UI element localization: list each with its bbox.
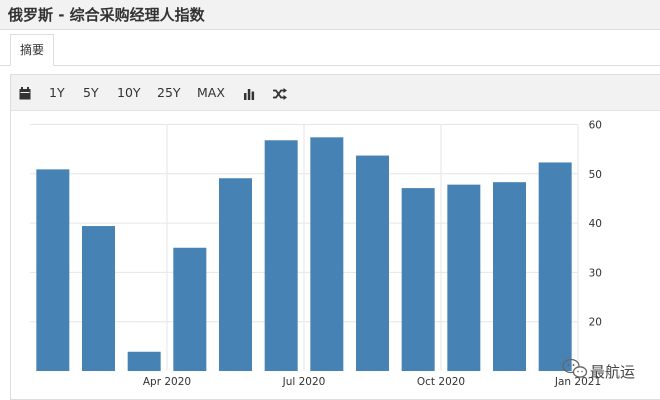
watermark-text: 最航运 <box>590 363 635 381</box>
x-tick-label: Apr 2020 <box>143 376 191 388</box>
y-tick-label: 40 <box>589 218 602 230</box>
bar-2020-11[interactable] <box>493 182 526 371</box>
x-tick-label: Jul 2020 <box>282 376 326 388</box>
x-tick-label: Oct 2020 <box>417 376 465 388</box>
bar-2020-12[interactable] <box>538 162 572 371</box>
y-tick-label: 60 <box>589 120 602 132</box>
bar-2020-07[interactable] <box>310 137 344 371</box>
chart-svg: 2030405060 Apr 2020 Jul 2020 Oct 2020 Jan 2… <box>30 120 635 388</box>
bar-2020-01[interactable] <box>36 169 70 371</box>
x-axis: Apr 2020 Jul 2020 Oct 2020 Jan 2021 <box>143 376 601 388</box>
bar-2020-05[interactable] <box>219 178 252 371</box>
bar-2020-06[interactable] <box>264 140 298 371</box>
bar-2020-08[interactable] <box>356 155 389 371</box>
y-axis: 20 30 40 50 60 <box>589 120 602 329</box>
bar-2020-02[interactable] <box>82 226 115 371</box>
y-tick-label: 30 <box>589 267 602 279</box>
y-tick-label: 50 <box>589 169 602 181</box>
bar-2020-04[interactable] <box>173 247 207 371</box>
bar-2020-10[interactable] <box>447 184 481 371</box>
bar-2020-09[interactable] <box>401 188 435 371</box>
bar-2020-03[interactable] <box>127 351 161 371</box>
y-tick-label: 20 <box>589 317 602 329</box>
